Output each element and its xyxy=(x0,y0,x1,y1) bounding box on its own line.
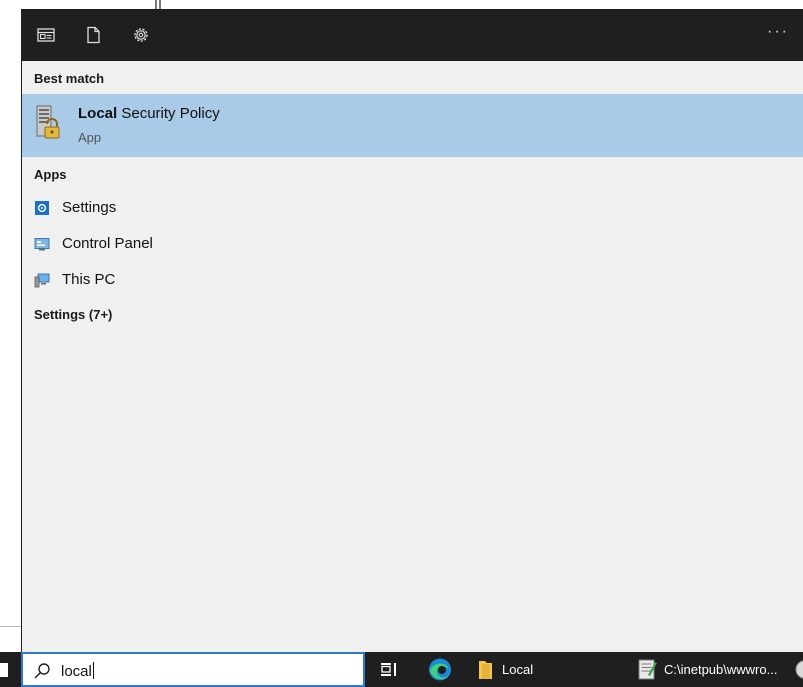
app-label-settings: Settings xyxy=(62,199,117,216)
app-result-settings[interactable]: Settings xyxy=(22,191,803,225)
folder-icon[interactable] xyxy=(476,652,496,687)
best-match-header: Best match xyxy=(34,71,105,86)
text-caret xyxy=(92,662,94,679)
notepad-icon[interactable] xyxy=(636,652,658,687)
news-icon[interactable] xyxy=(36,25,56,45)
gear-icon[interactable] xyxy=(131,25,151,45)
search-icon xyxy=(34,663,50,679)
document-icon[interactable] xyxy=(83,25,103,45)
desktop-background xyxy=(0,0,21,652)
desktop-window-fragment xyxy=(155,0,161,9)
best-match-title-rest: Security Policy xyxy=(117,105,220,122)
settings-section-header[interactable]: Settings (7+) xyxy=(34,307,112,322)
start-button[interactable] xyxy=(0,663,8,677)
local-security-policy-icon xyxy=(36,105,60,139)
search-results-panel: ··· Best match Local Security Policy App… xyxy=(21,9,803,652)
search-input[interactable]: local xyxy=(61,662,94,680)
best-match-title: Local Security Policy xyxy=(78,105,220,122)
desktop-window-edge xyxy=(0,626,21,627)
best-match-title-bold: Local xyxy=(78,105,118,122)
best-match-result[interactable]: Local Security Policy App xyxy=(22,94,803,157)
app-label-this-pc: This PC xyxy=(62,271,116,288)
more-options-button[interactable]: ··· xyxy=(767,23,789,41)
task-view-icon[interactable] xyxy=(376,652,402,687)
search-toolbar: ··· xyxy=(22,9,803,61)
apps-header: Apps xyxy=(34,167,67,182)
app-label-control-panel: Control Panel xyxy=(62,235,153,252)
taskbar-app-icon-partial[interactable] xyxy=(793,652,803,687)
control-panel-icon xyxy=(34,238,50,251)
search-input-value: local xyxy=(61,663,92,680)
settings-app-icon xyxy=(35,201,49,215)
best-match-subtitle: App xyxy=(78,130,102,145)
taskbar: local Local C:\inetpub\wwwro... xyxy=(0,652,803,687)
taskbar-notepad-label[interactable]: C:\inetpub\wwwro... xyxy=(664,662,777,677)
edge-browser-icon[interactable] xyxy=(426,652,454,687)
search-box[interactable]: local xyxy=(21,652,365,687)
taskbar-folder-label[interactable]: Local xyxy=(502,662,533,677)
this-pc-icon xyxy=(34,273,50,288)
app-result-this-pc[interactable]: This PC xyxy=(22,263,803,297)
app-result-control-panel[interactable]: Control Panel xyxy=(22,227,803,261)
